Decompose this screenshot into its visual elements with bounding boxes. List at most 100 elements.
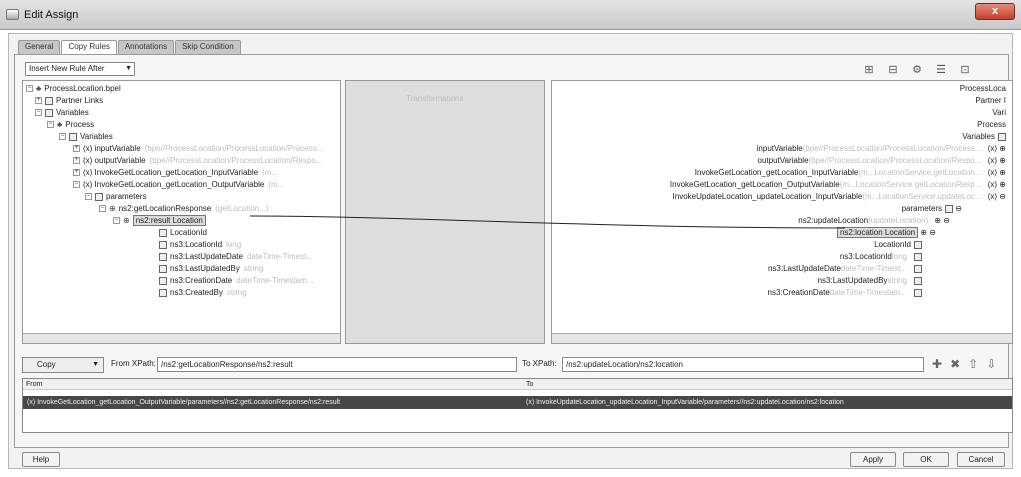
target-horizontal-scrollbar[interactable]	[552, 333, 1012, 343]
move-up-icon[interactable]: ⇧	[968, 357, 978, 371]
insert-rule-select[interactable]: Insert New Rule After ▼	[25, 62, 135, 76]
element-icon	[159, 264, 167, 273]
expand-icon[interactable]: ⊞	[862, 64, 876, 77]
source-tree-panel[interactable]: − ♣ ProcessLocation.bpel + Partner Links − V…	[22, 80, 341, 344]
target-node-process[interactable]: Process	[977, 119, 1006, 131]
folder-icon	[69, 132, 77, 141]
transformation-panel[interactable]: Transformations	[345, 80, 545, 344]
copy-dropdown[interactable]: Copy ▼	[22, 357, 104, 373]
to-xpath-input[interactable]: /ns2:updateLocation/ns2:location	[562, 357, 924, 372]
target-node-input-variable[interactable]: inputVariable(bpe//ProcessLocation/Proce…	[757, 143, 1006, 155]
ok-button[interactable]: OK	[903, 452, 949, 467]
target-node-location-id[interactable]: LocationId	[874, 239, 922, 251]
target-node-location-location[interactable]: ns2:location Location ⊕ ⊖	[836, 227, 936, 239]
tree-node-location-id[interactable]: LocationId	[159, 227, 207, 239]
chevron-down-icon: ▼	[92, 361, 99, 368]
mapping-toolbar: ⊞ ⊟ ⚙ ☰ ⊡	[862, 64, 972, 77]
tree-node-bpel[interactable]: − ♣ ProcessLocation.bpel	[26, 83, 121, 95]
from-xpath-input[interactable]: /ns2:getLocationResponse/ns2:result	[157, 357, 517, 372]
layout-icon[interactable]: ⊡	[958, 64, 972, 77]
tree-node-process-variables[interactable]: − Variables	[59, 131, 113, 143]
target-node-bpel[interactable]: ProcessLoca	[960, 83, 1006, 95]
element-icon	[914, 252, 922, 261]
delete-icon[interactable]: ✖	[950, 357, 960, 371]
process-icon: ♣	[57, 120, 63, 129]
to-cell: (x) InvokeUpdateLocation_updateLocation_…	[526, 399, 844, 406]
tree-node-created-by[interactable]: ns3:CreatedBy string	[159, 287, 246, 299]
target-node-creation-date[interactable]: ns3:CreationDatedateTime-Timestam...	[768, 287, 922, 299]
tree-node-process[interactable]: − ♣ Process	[47, 119, 94, 131]
element-icon	[159, 276, 167, 285]
tab-general[interactable]: General	[18, 40, 61, 54]
copy-bar: Copy ▼ From XPath: /ns2:getLocationRespo…	[22, 357, 1013, 373]
target-node-partner-links[interactable]: Partner I	[975, 95, 1006, 107]
attribute-icon	[159, 228, 167, 237]
align-icon[interactable]: ☰	[934, 64, 948, 77]
tree-node-result-location[interactable]: − ⊕ ns2:result Location	[113, 215, 206, 227]
add-icon[interactable]: ✚	[932, 357, 942, 371]
element-icon	[95, 192, 103, 201]
tab-bar: General Copy Rules Annotations Skip Cond…	[18, 40, 241, 54]
element-icon	[159, 240, 167, 249]
element-icon	[159, 288, 167, 297]
element-icon	[945, 204, 954, 213]
folder-icon	[45, 108, 53, 117]
insert-rule-value: Insert New Rule After	[29, 64, 105, 73]
cancel-button[interactable]: Cancel	[957, 452, 1005, 467]
element-icon: ⊕	[123, 216, 130, 225]
tab-skip-condition[interactable]: Skip Condition	[175, 40, 241, 54]
tree-node-parameters[interactable]: − parameters	[85, 191, 146, 203]
from-cell: (x) InvokeGetLocation_getLocation_Output…	[27, 399, 341, 406]
target-node-get-input-variable[interactable]: InvokeGetLocation_getLocation_InputVaria…	[695, 167, 1006, 179]
copy-rules-table[interactable]: From To (x) InvokeGetLocation_getLocatio…	[22, 378, 1013, 433]
tree-node-get-input-variable[interactable]: + (x) InvokeGetLocation_getLocation_Input…	[73, 167, 278, 179]
element-icon	[914, 276, 922, 285]
target-tree-panel[interactable]: ProcessLoca Partner I Vari Process Varia…	[551, 80, 1013, 344]
folder-icon	[45, 96, 53, 105]
tree-node-ns3-location-id[interactable]: ns3:LocationId long	[159, 239, 241, 251]
target-node-update-input-variable[interactable]: InvokeUpdateLocation_updateLocation_Inpu…	[673, 191, 1006, 203]
settings-icon[interactable]: ⚙	[910, 64, 924, 77]
collapse-icon[interactable]: ⊟	[886, 64, 900, 77]
target-node-parameters[interactable]: parameters ⊖	[902, 203, 962, 215]
tab-annotations[interactable]: Annotations	[117, 40, 175, 54]
target-node-get-output-variable[interactable]: InvokeGetLocation_getLocation_OutputVari…	[670, 179, 1006, 191]
tree-node-creation-date[interactable]: ns3:CreationDate dateTime-Timestam...	[159, 275, 313, 287]
tree-node-output-variable[interactable]: + (x) outputVariable (bpe//ProcessLocation…	[73, 155, 323, 167]
from-xpath-label: From XPath:	[111, 359, 156, 368]
tree-node-last-update-date[interactable]: ns3:LastUpdateDate dateTime-Timest...	[159, 251, 313, 263]
target-node-variables[interactable]: Vari	[992, 107, 1006, 119]
to-column-header: To	[523, 379, 1012, 390]
help-button[interactable]: Help	[22, 452, 60, 467]
target-node-update-location[interactable]: ns2:updateLocation(updateLocation) ⊕ ⊖	[798, 215, 950, 227]
window-title: Edit Assign	[24, 9, 79, 21]
target-node-ns3-location-id[interactable]: ns3:LocationIdlong	[840, 251, 922, 263]
to-xpath-label: To XPath:	[522, 359, 557, 368]
target-node-process-variables[interactable]: Variables	[962, 131, 1006, 143]
from-column-header: From	[23, 379, 523, 390]
element-icon	[914, 288, 922, 297]
element-icon	[159, 252, 167, 261]
table-row[interactable]: (x) InvokeGetLocation_getLocation_Output…	[23, 396, 1012, 409]
process-icon: ♣	[36, 84, 42, 93]
folder-icon	[998, 132, 1006, 141]
copy-label: Copy	[37, 360, 56, 369]
source-horizontal-scrollbar[interactable]	[23, 333, 340, 343]
transformation-caption: Transformations	[406, 94, 464, 103]
element-icon: ⊕	[109, 204, 116, 213]
tree-node-get-location-response[interactable]: − ⊕ ns2:getLocationResponse (getLocation...…	[99, 203, 269, 215]
tree-node-last-updated-by[interactable]: ns3:LastUpdatedBy string	[159, 263, 263, 275]
rule-actions: ✚ ✖ ⇧ ⇩	[932, 357, 996, 371]
tree-node-variables[interactable]: − Variables	[35, 107, 89, 119]
target-node-output-variable[interactable]: outputVariable(bpe//ProcessLocation/Proc…	[758, 155, 1006, 167]
tree-node-input-variable[interactable]: + (x) inputVariable (bpe//ProcessLocation/…	[73, 143, 323, 155]
tree-node-partner-links[interactable]: + Partner Links	[35, 95, 103, 107]
tree-node-get-output-variable[interactable]: − (x) InvokeGetLocation_getLocation_Outpu…	[73, 179, 284, 191]
close-button[interactable]: x	[975, 3, 1015, 20]
tab-copy-rules[interactable]: Copy Rules	[61, 40, 117, 54]
move-down-icon[interactable]: ⇩	[986, 357, 996, 371]
apply-button[interactable]: Apply	[850, 452, 896, 467]
target-node-last-update-date[interactable]: ns3:LastUpdateDatedateTime-Timest...	[768, 263, 922, 275]
target-node-last-updated-by[interactable]: ns3:LastUpdatedBystring	[818, 275, 922, 287]
attribute-icon	[914, 240, 922, 249]
